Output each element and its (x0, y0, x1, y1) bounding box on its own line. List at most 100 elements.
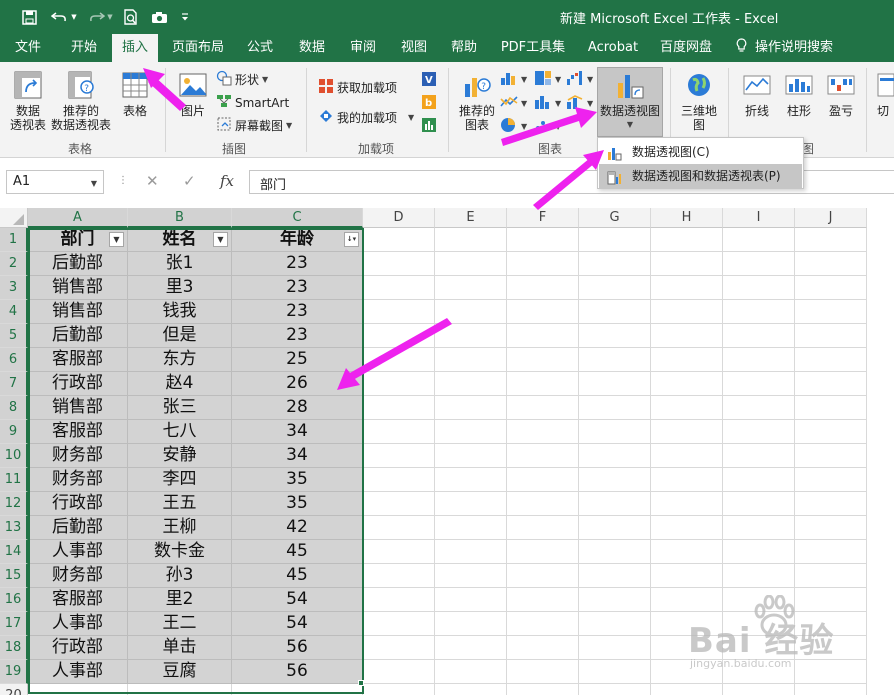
tab-pdf-tools[interactable]: PDF工具集 (497, 34, 569, 62)
column-header-a[interactable]: A (28, 208, 128, 228)
empty-cell[interactable] (579, 420, 651, 444)
empty-cell[interactable] (651, 660, 723, 684)
data-cell[interactable]: 34 (232, 444, 363, 468)
column-chart-button[interactable]: ▼ (500, 70, 527, 89)
empty-cell[interactable] (435, 252, 507, 276)
data-cell[interactable]: 28 (232, 396, 363, 420)
data-cell[interactable]: 人事部 (28, 612, 128, 636)
empty-cell[interactable] (507, 276, 579, 300)
data-cell[interactable]: 财务部 (28, 564, 128, 588)
row-header-14[interactable]: 14 (0, 540, 28, 564)
get-addins-button[interactable]: 获取加载项 (318, 78, 397, 97)
empty-cell[interactable] (435, 612, 507, 636)
empty-cell[interactable] (435, 324, 507, 348)
empty-cell[interactable] (579, 228, 651, 252)
empty-cell[interactable] (723, 588, 795, 612)
empty-cell[interactable] (723, 468, 795, 492)
empty-cell[interactable] (579, 564, 651, 588)
data-cell[interactable]: 七八 (128, 420, 232, 444)
empty-cell[interactable] (435, 564, 507, 588)
data-cell[interactable]: 42 (232, 516, 363, 540)
sort-filter-icon[interactable]: ↓▾ (344, 232, 359, 247)
empty-cell[interactable] (435, 228, 507, 252)
column-header-h[interactable]: H (651, 208, 723, 228)
empty-cell[interactable] (795, 588, 867, 612)
empty-cell[interactable] (651, 468, 723, 492)
empty-cell[interactable] (651, 300, 723, 324)
data-cell[interactable]: 后勤部 (28, 324, 128, 348)
data-cell[interactable]: 王柳 (128, 516, 232, 540)
visio-addin-button[interactable]: V (420, 70, 438, 91)
header-cell[interactable]: 年龄 ↓▾ (232, 228, 363, 252)
tab-data[interactable]: 数据 (290, 34, 334, 62)
empty-cell[interactable] (651, 252, 723, 276)
row-header-4[interactable]: 4 (0, 300, 28, 324)
row-header-9[interactable]: 9 (0, 420, 28, 444)
enter-icon[interactable]: ✓ (183, 172, 196, 190)
empty-cell[interactable] (579, 684, 651, 695)
empty-cell[interactable] (579, 324, 651, 348)
data-cell[interactable]: 客服部 (28, 588, 128, 612)
column-header-j[interactable]: J (795, 208, 867, 228)
data-cell[interactable]: 行政部 (28, 372, 128, 396)
empty-cell[interactable] (363, 324, 435, 348)
cancel-icon[interactable]: ✕ (146, 172, 159, 190)
empty-cell[interactable] (507, 228, 579, 252)
row-header-18[interactable]: 18 (0, 636, 28, 660)
data-cell[interactable]: 后勤部 (28, 252, 128, 276)
row-header-11[interactable]: 11 (0, 468, 28, 492)
empty-cell[interactable] (651, 396, 723, 420)
empty-cell[interactable] (507, 420, 579, 444)
empty-cell[interactable] (507, 324, 579, 348)
empty-cell[interactable] (363, 396, 435, 420)
empty-cell[interactable] (363, 276, 435, 300)
empty-cell[interactable] (579, 612, 651, 636)
empty-cell[interactable] (507, 492, 579, 516)
data-cell[interactable]: 56 (232, 660, 363, 684)
column-header-e[interactable]: E (435, 208, 507, 228)
empty-cell[interactable] (795, 684, 867, 695)
data-cell[interactable]: 但是 (128, 324, 232, 348)
empty-cell[interactable] (507, 516, 579, 540)
empty-cell[interactable] (435, 660, 507, 684)
data-cell[interactable]: 销售部 (28, 276, 128, 300)
empty-cell[interactable] (795, 564, 867, 588)
data-cell[interactable]: 54 (232, 612, 363, 636)
column-header-i[interactable]: I (723, 208, 795, 228)
fill-handle[interactable] (358, 680, 364, 686)
data-cell[interactable]: 行政部 (28, 492, 128, 516)
empty-cell[interactable] (795, 612, 867, 636)
empty-cell[interactable] (723, 516, 795, 540)
empty-cell[interactable] (363, 636, 435, 660)
column-header-c[interactable]: C (232, 208, 363, 228)
empty-cell[interactable] (363, 300, 435, 324)
empty-cell[interactable] (579, 588, 651, 612)
empty-cell[interactable] (795, 252, 867, 276)
empty-cell[interactable] (507, 612, 579, 636)
filter-dropdown-icon[interactable]: ▼ (109, 232, 124, 247)
empty-cell[interactable] (723, 396, 795, 420)
empty-cell[interactable] (579, 660, 651, 684)
empty-cell[interactable] (723, 228, 795, 252)
empty-cell[interactable] (723, 492, 795, 516)
empty-cell[interactable] (723, 564, 795, 588)
tab-page-layout[interactable]: 页面布局 (168, 34, 228, 62)
camera-icon[interactable] (148, 6, 170, 28)
empty-cell[interactable] (723, 348, 795, 372)
column-header-b[interactable]: B (128, 208, 232, 228)
empty-cell[interactable] (723, 540, 795, 564)
row-header-2[interactable]: 2 (0, 252, 28, 276)
data-cell[interactable]: 钱我 (128, 300, 232, 324)
empty-cell[interactable] (795, 372, 867, 396)
people-graph-button[interactable] (420, 116, 438, 137)
tab-help[interactable]: 帮助 (442, 34, 486, 62)
data-cell[interactable]: 客服部 (28, 348, 128, 372)
empty-cell[interactable] (435, 276, 507, 300)
empty-cell[interactable] (363, 684, 435, 695)
row-header-20[interactable]: 20 (0, 684, 28, 695)
empty-cell[interactable] (232, 684, 363, 695)
data-cell[interactable]: 张三 (128, 396, 232, 420)
scatter-chart-button[interactable]: ▼ (534, 117, 561, 136)
empty-cell[interactable] (795, 444, 867, 468)
empty-cell[interactable] (579, 516, 651, 540)
